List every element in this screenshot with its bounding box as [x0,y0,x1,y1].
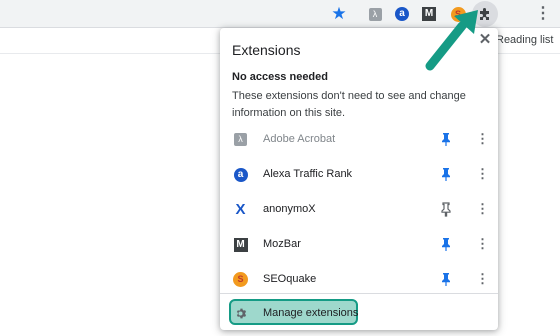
pin-icon[interactable] [439,132,453,147]
more-options-icon[interactable]: ⋮ [476,165,489,183]
manage-extensions-button[interactable]: Manage extensions [220,294,498,330]
pin-icon[interactable] [439,167,453,182]
more-options-icon[interactable]: ⋮ [476,200,489,218]
unpin-icon[interactable] [439,202,453,217]
kebab-menu-icon[interactable]: ⋮ [535,4,551,24]
star-icon[interactable]: ★ [330,5,348,23]
extension-name: SEOquake [263,273,317,285]
reading-list-button[interactable]: Reading list [496,34,553,46]
alexa-icon: a [233,167,248,182]
extension-name: anonymoX [263,203,316,215]
pin-icon[interactable] [439,237,453,252]
more-options-icon[interactable]: ⋮ [476,130,489,148]
alexa-icon[interactable]: a [393,5,411,23]
gear-icon [236,308,247,319]
extension-name: MozBar [263,238,301,250]
section-description: These extensions don't need to see and c… [232,90,466,119]
section-title: No access needed [232,71,328,83]
seoquake-icon: S [233,272,248,287]
extension-row-adobe-acrobat[interactable]: λ Adobe Acrobat ⋮ [220,122,498,157]
extension-list: λ Adobe Acrobat ⋮ a Alexa Traffic Rank ⋮… [220,122,498,297]
extension-row-mozbar[interactable]: M MozBar ⋮ [220,227,498,262]
extension-name: Alexa Traffic Rank [263,168,353,180]
manage-extensions-label: Manage extensions [263,307,359,319]
address-bar[interactable] [0,0,356,27]
anonymox-icon: X [235,201,246,218]
mozbar-icon: M [233,237,248,252]
extension-row-seoquake[interactable]: S SEOquake ⋮ [220,262,498,297]
popup-title: Extensions [232,42,301,58]
more-options-icon[interactable]: ⋮ [476,270,489,288]
pin-icon[interactable] [439,272,453,287]
extension-row-anonymox[interactable]: X anonymoX ⋮ [220,192,498,227]
more-options-icon[interactable]: ⋮ [476,235,489,253]
annotation-arrow-icon [425,10,478,71]
adobe-acrobat-icon[interactable]: λ [366,5,384,23]
extension-row-alexa-traffic-rank[interactable]: a Alexa Traffic Rank ⋮ [220,157,498,192]
adobe-acrobat-icon: λ [233,132,248,147]
extension-name: Adobe Acrobat [263,133,336,145]
